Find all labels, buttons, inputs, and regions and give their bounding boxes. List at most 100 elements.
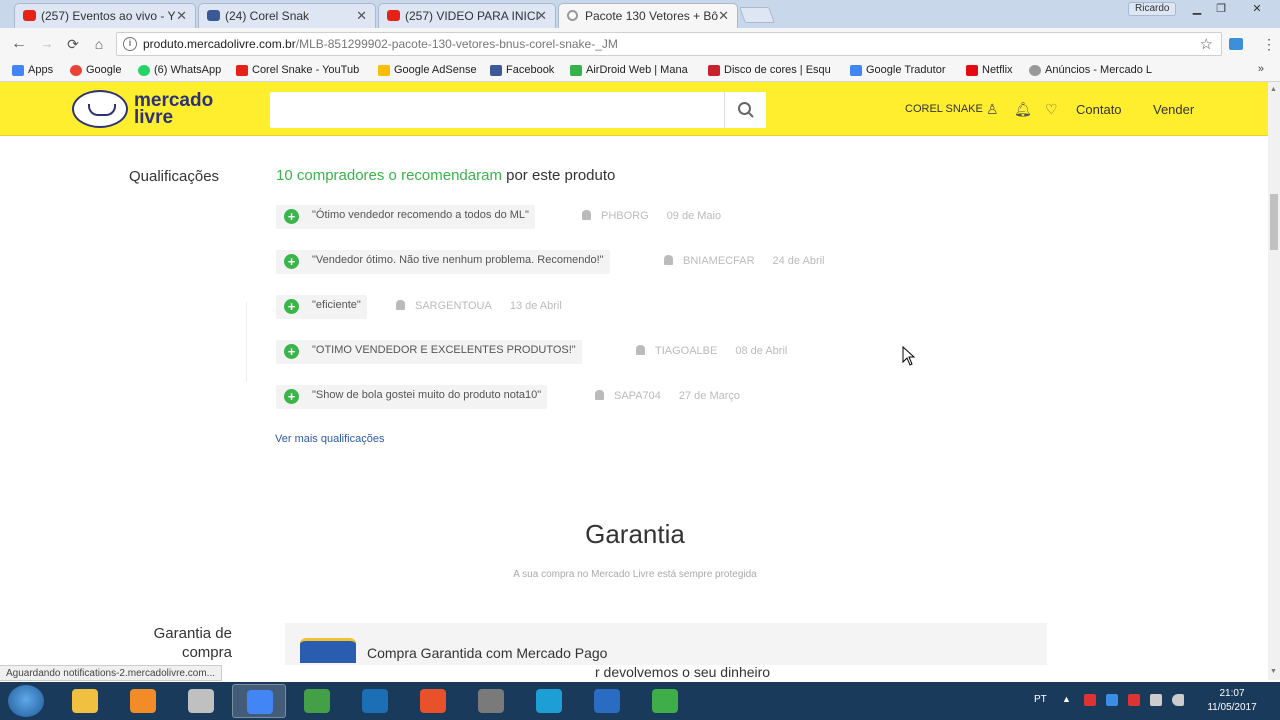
review-text: "Show de bola gostei muito do produto no… — [312, 389, 542, 401]
start-button[interactable] — [8, 685, 44, 717]
user-icon[interactable]: ♙ — [986, 101, 999, 118]
sell-link[interactable]: Vender — [1153, 102, 1194, 117]
taskbar-app-media-player[interactable] — [116, 684, 170, 718]
review-meta: PHBORG 09 de Maio — [582, 210, 721, 222]
windows-taskbar: PT ▲ 21:07 11/05/2017 — [0, 682, 1280, 720]
taskbar-app-corel-connect[interactable] — [638, 684, 692, 718]
address-bar[interactable]: i produto.mercadolivre.com.br/MLB-851299… — [116, 32, 1222, 56]
review-text: "Ótimo vendedor recomendo a todos do ML" — [312, 209, 529, 221]
page-scrollbar[interactable]: ▲ ▼ — [1268, 82, 1280, 680]
tray-app-icon[interactable] — [1128, 694, 1140, 706]
menu-icon[interactable]: ⋮ — [1262, 36, 1276, 53]
browser-tab-active[interactable]: Pacote 130 Vetores + Bô ✕ — [558, 3, 738, 28]
contact-link[interactable]: Contato — [1076, 102, 1122, 117]
taskbar-app-vegas[interactable] — [580, 684, 634, 718]
taskbar-app-coreldraw[interactable] — [290, 684, 344, 718]
handshake-logo-icon[interactable] — [72, 90, 128, 128]
browser-tab[interactable]: (257) VIDEO PARA INICI ✕ — [378, 3, 556, 28]
tray-app-icon[interactable] — [1106, 694, 1118, 706]
tab-title: (257) Eventos ao vivo - Y — [41, 9, 176, 23]
review-meta: BNIAMECFAR 24 de Abril — [664, 255, 825, 267]
back-icon[interactable]: ← — [8, 34, 30, 54]
guarantee-subtitle: A sua compra no Mercado Livre está sempr… — [513, 569, 757, 580]
taskbar-app-settings-tool[interactable] — [464, 684, 518, 718]
review-date: 27 de Março — [678, 390, 741, 402]
volume-icon[interactable] — [1172, 694, 1184, 706]
user-menu[interactable]: COREL SNAKE — [905, 103, 983, 115]
taskbar-app-screen-recorder[interactable] — [174, 684, 228, 718]
taskbar-app-camtasia[interactable] — [406, 684, 460, 718]
review-date: 13 de Abril — [509, 300, 562, 312]
tray-expand-icon[interactable]: ▲ — [1062, 694, 1074, 706]
bookmark-mercado-livre[interactable]: Anúncios - Mercado L — [1029, 64, 1152, 76]
logo-line2: livre — [134, 107, 174, 128]
home-icon[interactable]: ⌂ — [88, 34, 110, 54]
bookmark-netflix[interactable]: Netflix — [966, 64, 1013, 76]
close-icon[interactable]: ✕ — [718, 8, 729, 24]
close-icon[interactable]: ✕ — [536, 8, 547, 24]
search-button[interactable] — [724, 92, 766, 128]
scroll-up-icon[interactable]: ▲ — [1270, 86, 1277, 93]
taskbar-app-explorer[interactable] — [58, 684, 112, 718]
review-text: "Vendedor ótimo. Não tive nenhum problem… — [312, 254, 604, 266]
site-logo[interactable]: mercado livre — [134, 91, 213, 128]
browser-tab[interactable]: (24) Corel Snak ✕ — [198, 3, 376, 28]
language-indicator[interactable]: PT — [1034, 694, 1047, 705]
whatsapp-icon — [138, 65, 150, 76]
bookmark-youtube[interactable]: Corel Snake - YouTub — [236, 64, 359, 76]
info-icon[interactable]: i — [123, 37, 137, 51]
recommendations-title: 10 compradores o recomendaram por este p… — [276, 167, 615, 184]
chrome-icon — [247, 690, 273, 714]
settings-tool-icon — [478, 689, 504, 713]
minimize-icon[interactable]: ▁ — [1186, 2, 1208, 16]
bookmark-star-icon[interactable]: ☆ — [1200, 35, 1213, 53]
coreldraw-icon — [304, 689, 330, 713]
search-input[interactable] — [270, 92, 724, 128]
profile-button[interactable]: Ricardo — [1128, 2, 1177, 16]
browser-tab[interactable]: (257) Eventos ao vivo - Y ✕ — [14, 3, 196, 28]
restore-icon[interactable]: ❐ — [1210, 2, 1232, 16]
bell-icon[interactable]: 🔔︎ — [1014, 101, 1032, 118]
scroll-thumb[interactable] — [1270, 194, 1278, 250]
tray-app-icon[interactable] — [1084, 694, 1096, 706]
qualifications-label: Qualificações — [129, 168, 220, 185]
bookmark-whatsapp[interactable]: (6) WhatsApp — [138, 64, 221, 76]
more-qualifications-link[interactable]: Ver mais qualificações — [275, 433, 384, 445]
review-item: + "OTIMO VENDEDOR E EXCELENTES PRODUTOS!" — [276, 340, 582, 364]
close-icon[interactable]: ✕ — [176, 8, 187, 24]
review-text: "eficiente" — [312, 299, 361, 311]
airdroid-icon — [570, 65, 582, 76]
bookmarks-bar: Apps Google (6) WhatsApp Corel Snake - Y… — [0, 60, 1280, 82]
bookmark-apps[interactable]: Apps — [12, 64, 53, 76]
network-icon[interactable] — [1150, 694, 1162, 706]
bookmark-disco-de-cores[interactable]: Disco de cores | Esqu — [708, 64, 831, 76]
new-tab-button[interactable] — [739, 7, 775, 23]
review-meta: SAPA704 27 de Março — [595, 390, 740, 402]
bookmark-label: Disco de cores | Esqu — [724, 64, 831, 76]
bookmark-google-tradutor[interactable]: Google Tradutor — [850, 64, 946, 76]
url-text[interactable]: produto.mercadolivre.com.br/MLB-85129990… — [143, 37, 618, 51]
recommend-count: 10 compradores o recomendaram — [276, 167, 502, 184]
review-item: + "Ótimo vendedor recomendo a todos do ML… — [276, 205, 535, 229]
youtube-icon — [23, 10, 36, 21]
window-close-icon[interactable]: ✕ — [1246, 2, 1268, 16]
scroll-down-icon[interactable]: ▼ — [1270, 668, 1277, 675]
heart-icon[interactable]: ♡ — [1045, 101, 1058, 118]
youtube-icon — [387, 10, 400, 21]
user-icon — [396, 300, 405, 310]
camtasia-icon — [420, 689, 446, 713]
taskbar-app-corel-capture[interactable] — [522, 684, 576, 718]
facebook-icon — [490, 65, 502, 76]
bookmark-google[interactable]: Google — [70, 64, 121, 76]
tab-title: Pacote 130 Vetores + Bô — [585, 9, 719, 23]
user-icon — [582, 210, 591, 220]
close-icon[interactable]: ✕ — [356, 8, 367, 24]
system-clock[interactable]: 21:07 11/05/2017 — [1202, 687, 1262, 715]
more-bookmarks-icon[interactable]: » — [1258, 63, 1264, 75]
bookmark-airdroid[interactable]: AirDroid Web | Mana — [570, 64, 688, 76]
bookmark-adsense[interactable]: Google AdSense — [378, 64, 477, 76]
bookmark-facebook[interactable]: Facebook — [490, 64, 554, 76]
taskbar-app-chrome[interactable] — [232, 684, 286, 718]
extension-icon[interactable] — [1229, 38, 1243, 50]
taskbar-app-photoshop[interactable] — [348, 684, 402, 718]
